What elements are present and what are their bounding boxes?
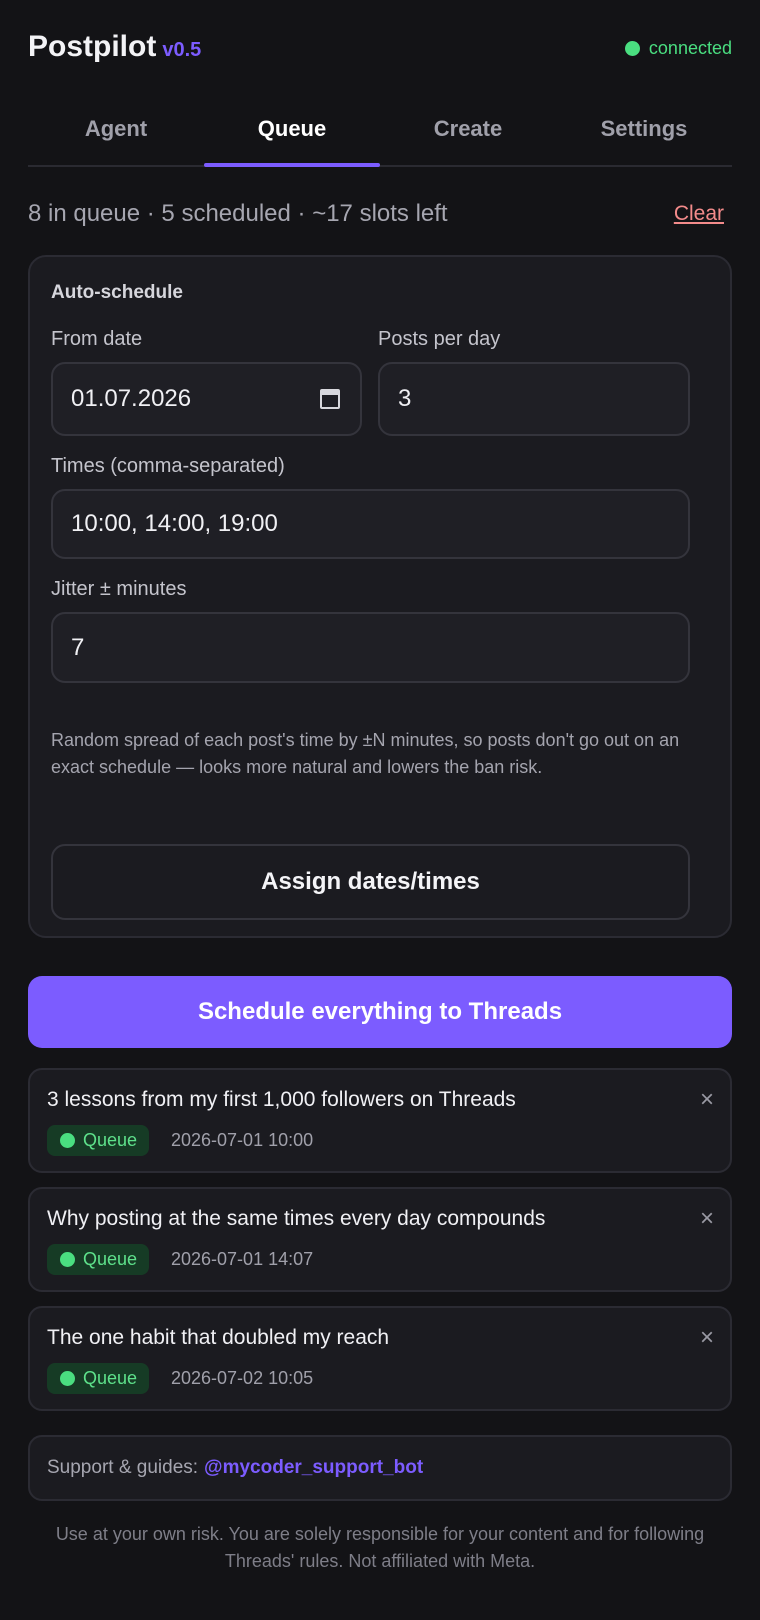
queue-item[interactable]: Why posting at the same times every day … <box>28 1187 732 1292</box>
connection-status: connected <box>624 38 732 59</box>
status-badge-label: Queue <box>83 1249 138 1269</box>
status-badge: Queue <box>47 1125 150 1156</box>
auto-schedule-card: Auto-schedule From date 01.07.2026 Posts… <box>28 255 732 938</box>
status-badge: Queue <box>47 1363 150 1394</box>
status-badge-label: Queue <box>83 1368 138 1388</box>
posts-per-day-input[interactable]: 3 <box>378 362 690 436</box>
app-title: Postpilot v0.5 <box>28 30 201 64</box>
tab-queue[interactable]: Queue <box>204 100 380 167</box>
calendar-icon[interactable] <box>320 389 340 409</box>
disclaimer-text: Use at your own risk. You are solely res… <box>55 1524 705 1571</box>
queue-item-time: 2026-07-01 14:07 <box>171 1249 314 1269</box>
close-icon[interactable]: × <box>700 1088 714 1112</box>
connection-status-label: connected <box>648 38 732 58</box>
status-dot-icon <box>60 1252 75 1267</box>
queue-summary: 8 in queue · 5 scheduled · ~17 slots lef… <box>28 200 732 232</box>
connection-dot-icon <box>624 41 640 56</box>
times-label: Times (comma-separated) <box>51 455 285 477</box>
jitter-value: 7 <box>71 633 85 661</box>
support-label: Support & guides: <box>47 1457 199 1478</box>
queue-item[interactable]: 3 lessons from my first 1,000 followers … <box>28 1068 732 1173</box>
clear-queue-link[interactable]: Clear <box>674 202 724 226</box>
close-icon[interactable]: × <box>700 1326 714 1350</box>
times-value: 10:00, 14:00, 19:00 <box>71 510 278 537</box>
tab-bar: Agent Queue Create Settings <box>28 100 732 167</box>
queue-item-title: The one habit that doubled my reach <box>47 1326 390 1349</box>
jitter-hint: Random spread of each post's time by ±N … <box>51 730 680 777</box>
close-icon[interactable]: × <box>700 1207 714 1231</box>
from-date-input[interactable]: 01.07.2026 <box>51 362 362 436</box>
status-dot-icon <box>60 1371 75 1386</box>
schedule-all-button[interactable]: Schedule everything to Threads <box>28 976 732 1048</box>
app-header: Postpilot v0.5 connected <box>28 30 732 70</box>
posts-per-day-label: Posts per day <box>378 328 501 350</box>
tab-create[interactable]: Create <box>380 100 556 165</box>
status-badge-label: Queue <box>83 1130 138 1150</box>
auto-schedule-title: Auto-schedule <box>51 282 183 303</box>
from-date-label: From date <box>51 328 143 350</box>
support-bar: Support & guides: @mycoder_support_bot <box>28 1435 732 1501</box>
from-date-value: 01.07.2026 <box>71 385 192 412</box>
app-version: v0.5 <box>162 39 202 61</box>
queue-summary-text: 8 in queue · 5 scheduled · ~17 slots lef… <box>28 200 448 227</box>
status-dot-icon <box>60 1133 75 1148</box>
status-badge: Queue <box>47 1244 150 1275</box>
queue-item[interactable]: The one habit that doubled my reach × Qu… <box>28 1306 732 1411</box>
assign-dates-button[interactable]: Assign dates/times <box>51 844 690 920</box>
jitter-input[interactable]: 7 <box>51 612 690 683</box>
tab-settings[interactable]: Settings <box>556 100 732 165</box>
posts-per-day-value: 3 <box>398 385 412 412</box>
queue-item-time: 2026-07-02 10:05 <box>171 1368 314 1388</box>
queue-item-time: 2026-07-01 10:00 <box>171 1130 314 1150</box>
times-input[interactable]: 10:00, 14:00, 19:00 <box>51 489 690 559</box>
jitter-label: Jitter ± minutes <box>51 578 187 600</box>
queue-item-title: Why posting at the same times every day … <box>47 1207 546 1230</box>
support-bot-link[interactable]: @mycoder_support_bot <box>204 1457 423 1479</box>
app-name: Postpilot <box>28 30 157 63</box>
tab-agent[interactable]: Agent <box>28 100 204 165</box>
queue-item-title: 3 lessons from my first 1,000 followers … <box>47 1088 516 1111</box>
